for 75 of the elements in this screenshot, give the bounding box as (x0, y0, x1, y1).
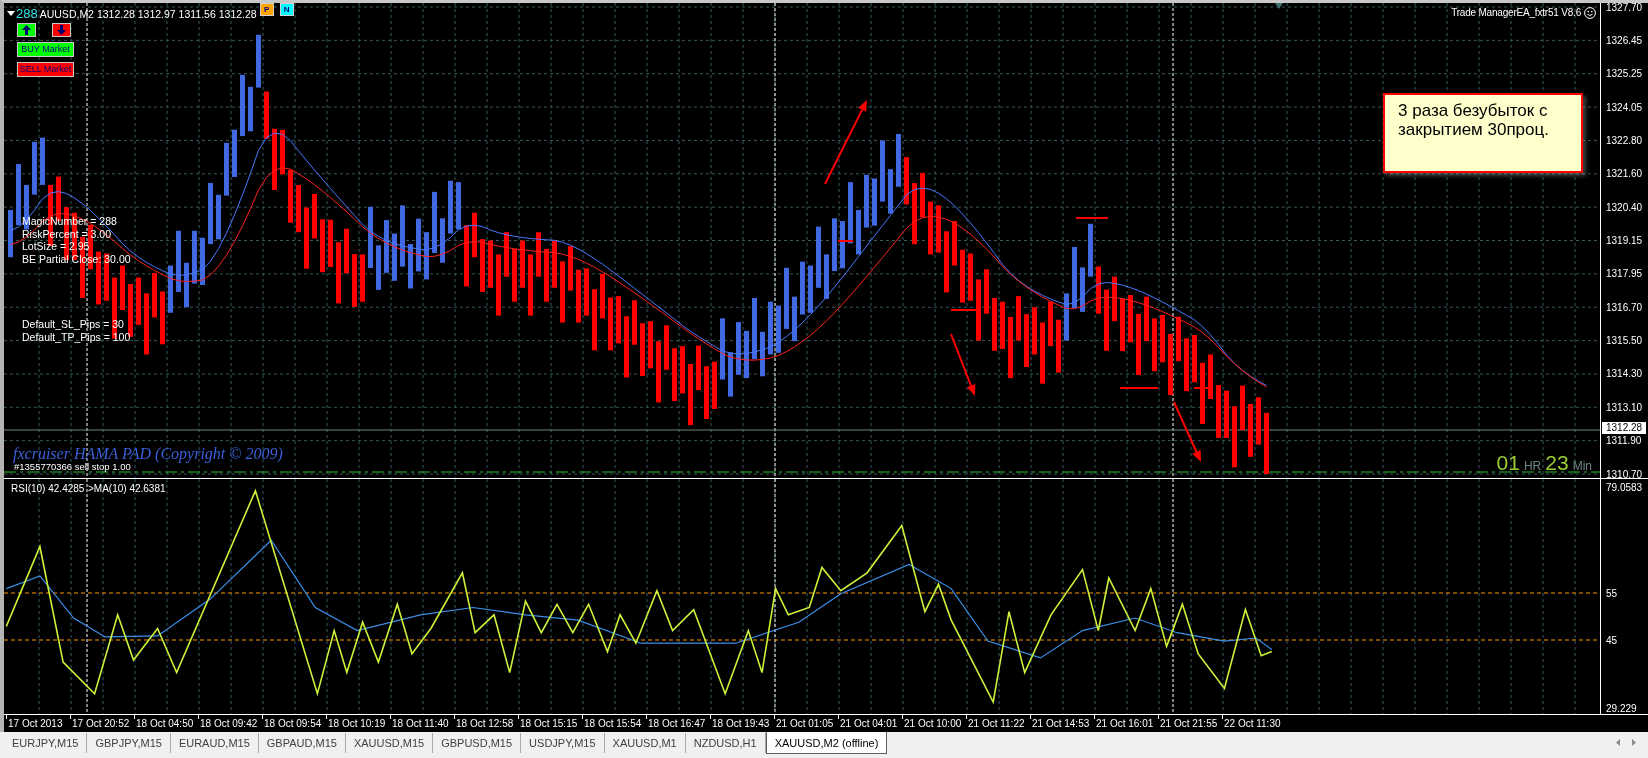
toggle-button[interactable]: N (279, 3, 294, 16)
time-label: 18 Oct 12:58 (456, 718, 514, 729)
symbol-quote-text: AUUSD,M2 1312.28 1312.97 1311.56 1312.28 (39, 8, 257, 20)
price-tick-label: 1322.80 (1606, 134, 1643, 146)
up-arrow-icon (22, 25, 31, 35)
time-label: 18 Oct 11:40 (392, 718, 449, 729)
time-label: 22 Oct 11:30 (1224, 718, 1281, 729)
time-label: 18 Oct 15:15 (520, 718, 578, 729)
current-price-tag: 1312.28 (1602, 422, 1646, 434)
price-tick-label: 1314.30 (1606, 368, 1643, 380)
time-label: 21 Oct 11:22 (968, 718, 1025, 729)
scroll-right-button[interactable] (1630, 736, 1638, 748)
time-label: 17 Oct 2013 (8, 718, 63, 729)
time-label: 18 Oct 19:43 (712, 718, 770, 729)
market-order-button[interactable]: SELL Market (17, 62, 74, 77)
time-label: 21 Oct 10:00 (904, 718, 962, 729)
minutes-value: 23 (1545, 452, 1569, 473)
setting-text: Default_TP_Pips = 100 (22, 330, 131, 344)
price-tick-label: 1327.70 (1606, 1, 1643, 13)
time-label: 18 Oct 16:47 (648, 718, 706, 729)
down-arrow-icon (57, 25, 66, 35)
hours-unit: HR (1523, 460, 1542, 472)
rsi-value-label: RSI(10) 42.4285 (11, 483, 85, 494)
rsi-scale-label: 29.229 (1606, 702, 1637, 714)
trend-arrow (1173, 401, 1201, 462)
price-tick-label: 1317.95 (1606, 268, 1643, 280)
price-tick-label: 1315.50 (1606, 335, 1643, 347)
price-tick-label: 1316.70 (1606, 301, 1643, 313)
rsi-scale-label: 55 (1606, 587, 1618, 599)
time-label: 18 Oct 09:42 (200, 718, 258, 729)
up-arrow-button[interactable] (17, 23, 36, 37)
note-text: 3 раза безубыток с закрытием 30проц. (1398, 101, 1550, 139)
triangle-icon[interactable] (7, 11, 15, 16)
time-label: 21 Oct 04:01 (840, 718, 898, 729)
price-tick-label: 1313.10 (1606, 401, 1643, 413)
time-label: 21 Oct 16:01 (1096, 718, 1154, 729)
rsi-scale-label: 79.0583 (1606, 481, 1643, 493)
down-arrow-button[interactable] (52, 23, 71, 37)
price-tick-label: 1326.45 (1606, 34, 1643, 46)
price-tick-label: 1325.25 (1606, 68, 1643, 80)
ma-value-label: >MA(10) 42.6381 (88, 483, 166, 494)
hours-value: 01 (1496, 452, 1520, 473)
time-label: 18 Oct 10:19 (328, 718, 386, 729)
time-label: 21 Oct 21:55 (1160, 718, 1218, 729)
caret-left-icon (1616, 738, 1620, 746)
price-tick-label: 1310.70 (1606, 468, 1643, 480)
smiley-icon (1584, 7, 1596, 19)
trend-arrow (950, 333, 976, 396)
caret-right-icon (1632, 738, 1636, 746)
time-label: 21 Oct 14:53 (1032, 718, 1090, 729)
pending-order-text: #1355770366 sell stop 1.00 (14, 462, 131, 472)
price-tick-label: 1311.90 (1606, 435, 1642, 447)
price-tick-label: 1320.40 (1606, 201, 1643, 213)
symbol-tab[interactable]: XAUUSD,M2 (offline) (765, 732, 888, 754)
time-label: 18 Oct 15:54 (584, 718, 642, 729)
time-label: 21 Oct 01:05 (776, 718, 834, 729)
magic-number-label: 288 (16, 7, 38, 20)
market-order-button[interactable]: BUY Market (17, 42, 74, 57)
price-tick-label: 1324.05 (1606, 101, 1643, 113)
time-label: 18 Oct 09:54 (264, 718, 322, 729)
price-tick-label: 1321.60 (1606, 168, 1643, 180)
time-label: 17 Oct 20:52 (72, 718, 130, 729)
copyright-text: fxcruiser HAMA PAD (Copyright © 2009) (13, 446, 283, 462)
level-mark (950, 309, 978, 311)
ea-title: Trade ManagerEA_fxtr51 V8.6 (1451, 7, 1581, 19)
price-tick-label: 1319.15 (1606, 235, 1643, 246)
level-mark (837, 240, 854, 242)
scroll-left-button[interactable] (1614, 736, 1622, 748)
rsi-scale-label: 45 (1606, 634, 1618, 646)
toggle-button[interactable]: P (259, 3, 274, 16)
time-label: 18 Oct 04:50 (136, 718, 194, 729)
minutes-unit: Min (1572, 460, 1592, 472)
shift-marker-icon[interactable] (1275, 3, 1283, 9)
level-mark (1119, 387, 1159, 389)
level-mark (1075, 217, 1109, 219)
